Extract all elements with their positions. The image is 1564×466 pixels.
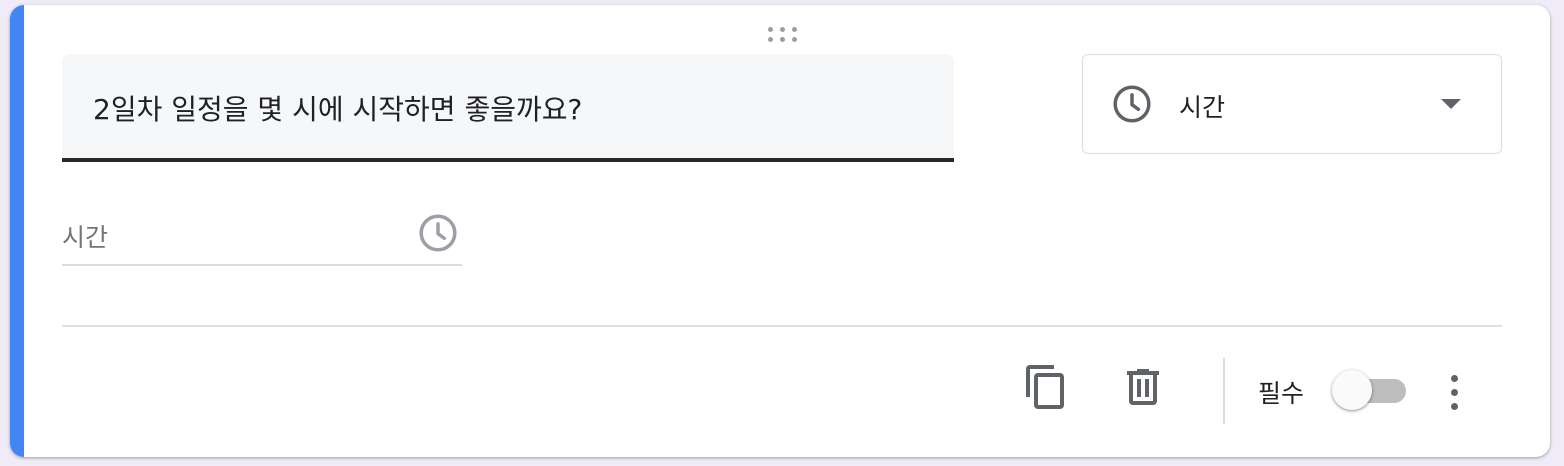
question-type-dropdown[interactable]: 시간 (1082, 54, 1502, 154)
question-title-text: 2일차 일정을 몇 시에 시작하면 좋을까요? (93, 93, 583, 126)
duplicate-button[interactable] (1022, 363, 1070, 411)
required-label: 필수 (1258, 379, 1305, 408)
chevron-down-icon (1441, 99, 1461, 109)
footer-divider (62, 325, 1502, 327)
clock-icon (419, 214, 457, 252)
active-card-accent (10, 5, 24, 457)
toggle-thumb (1332, 370, 1372, 410)
required-toggle[interactable] (1332, 369, 1408, 413)
time-answer-field: 시간 (62, 208, 462, 266)
copy-icon (1026, 365, 1064, 409)
more-options-button[interactable] (1434, 365, 1474, 419)
drag-handle-icon[interactable] (766, 23, 800, 43)
trash-icon (1127, 369, 1159, 405)
clock-icon (1113, 85, 1151, 123)
delete-button[interactable] (1119, 363, 1167, 411)
footer-separator (1223, 358, 1225, 424)
question-card[interactable]: 2일차 일정을 몇 시에 시작하면 좋을까요? 시간 시간 필수 (10, 5, 1550, 457)
more-vert-icon (1451, 375, 1458, 382)
time-placeholder: 시간 (62, 223, 109, 252)
question-type-label: 시간 (1179, 93, 1226, 122)
question-title-input[interactable]: 2일차 일정을 몇 시에 시작하면 좋을까요? (62, 54, 954, 162)
